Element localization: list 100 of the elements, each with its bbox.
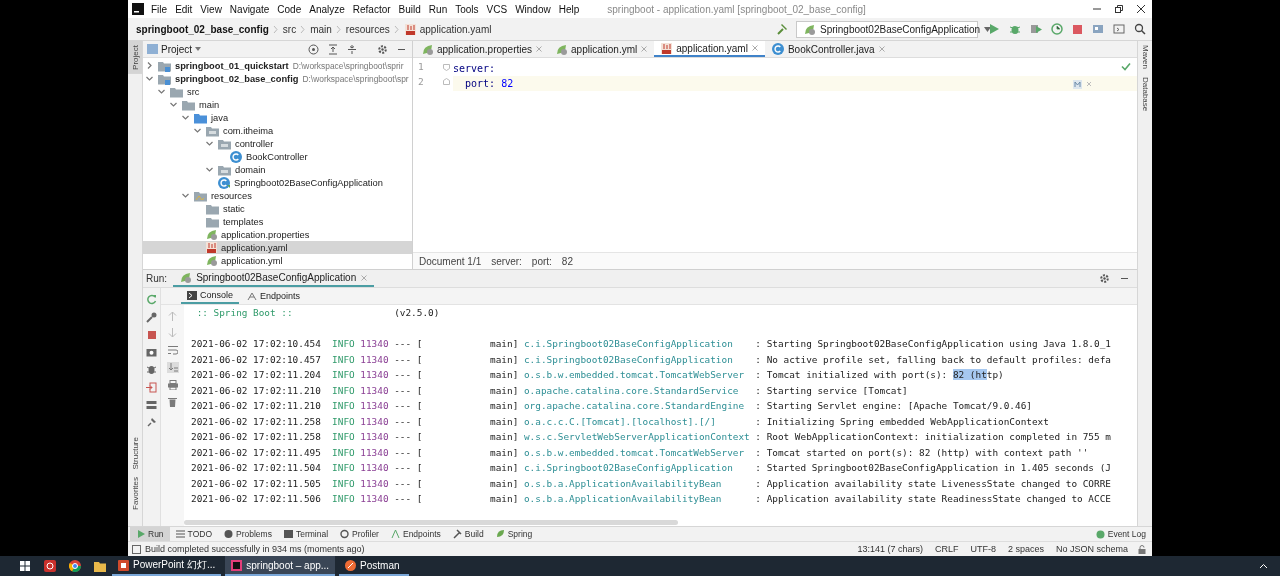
menu-item[interactable]: Build [394, 3, 425, 15]
tree-item[interactable]: src [143, 85, 412, 98]
bug-icon[interactable] [146, 364, 157, 375]
menu-item[interactable]: Window [511, 3, 555, 15]
tree-item[interactable]: resources [143, 189, 412, 202]
tree-item[interactable]: springboot_01_quickstart D:\workspace\springboot\sprir [143, 59, 412, 72]
tree-item[interactable]: springboot_02_base_config D:\workspace\springboot\spr [143, 72, 412, 85]
folder-icon[interactable] [93, 560, 106, 572]
breadcrumb[interactable]: src [282, 23, 297, 35]
tree-item[interactable]: Springboot02BaseConfigApplication [143, 176, 412, 189]
lock-icon[interactable] [1138, 544, 1146, 554]
tree-item[interactable]: templates [143, 215, 412, 228]
chevron-down-icon[interactable] [193, 126, 202, 135]
tree-item[interactable]: controller [143, 137, 412, 150]
breadcrumb[interactable]: server: [491, 255, 522, 267]
console-tab[interactable]: Console [181, 288, 240, 304]
status-field[interactable]: 2 spaces [1007, 544, 1044, 554]
breadcrumb[interactable]: Document 1/1 [419, 255, 482, 267]
tree-item[interactable]: BookController [143, 150, 412, 163]
soft-wrap-icon[interactable] [167, 345, 178, 355]
fold-marker-icon[interactable] [443, 64, 450, 71]
inspection-widget-icon[interactable] [1073, 80, 1093, 89]
status-field[interactable]: 13:141 (7 chars) [857, 544, 923, 554]
menu-item[interactable]: File [147, 3, 172, 15]
taskbar-button[interactable]: PowerPoint 幻灯... [112, 556, 222, 576]
editor-tab[interactable]: application.yaml [654, 41, 765, 57]
menu-item[interactable]: VCS [482, 3, 512, 15]
trash-icon[interactable] [168, 397, 177, 407]
app-icon[interactable] [43, 560, 56, 572]
taskbar-button[interactable]: Postman [339, 556, 410, 576]
stop-icon[interactable] [1072, 23, 1083, 35]
tree-item[interactable]: domain [143, 163, 412, 176]
profile-icon[interactable] [1051, 23, 1063, 35]
chevron-down-icon[interactable] [157, 87, 166, 96]
menu-item[interactable]: Tools [451, 3, 483, 15]
tree-item[interactable]: application.yaml [143, 241, 412, 254]
breadcrumb[interactable]: port: [531, 255, 552, 267]
search-icon[interactable] [1134, 23, 1146, 35]
tool-window-button[interactable]: TODO [169, 527, 218, 541]
hammer-icon[interactable] [776, 23, 788, 35]
chevron-up-icon[interactable] [1259, 562, 1268, 569]
taskbar-button[interactable]: springboot – app... [225, 556, 336, 576]
run-icon[interactable] [988, 23, 1000, 35]
chevron-down-icon[interactable] [205, 165, 214, 174]
tool-window-tab[interactable]: Maven [1138, 41, 1152, 73]
breadcrumb[interactable]: main [310, 23, 332, 35]
project-structure-icon[interactable] [1092, 23, 1104, 35]
tool-window-button[interactable]: Terminal [277, 527, 335, 541]
start-icon[interactable] [19, 561, 30, 571]
exit-icon[interactable] [146, 382, 157, 393]
tree-item[interactable]: com.itheima [143, 124, 412, 137]
tree-item[interactable]: java [143, 111, 412, 124]
tool-window-button[interactable]: Spring [489, 527, 539, 541]
tree-item[interactable]: application.properties [143, 228, 412, 241]
menu-item[interactable]: View [196, 3, 226, 15]
expand-all-icon[interactable] [328, 43, 338, 55]
fold-marker-icon[interactable] [443, 78, 450, 85]
chevron-down-icon[interactable] [181, 113, 190, 122]
print-icon[interactable] [167, 380, 178, 390]
tree-item[interactable]: static [143, 202, 412, 215]
chevron-down-icon[interactable] [145, 74, 154, 83]
menu-item[interactable]: Refactor [348, 3, 395, 15]
breadcrumb[interactable]: 82 [561, 255, 573, 267]
camera-icon[interactable] [146, 347, 157, 357]
tool-window-tab[interactable]: Project [128, 41, 142, 74]
tool-window-tab[interactable]: Database [1138, 73, 1152, 116]
tree-item[interactable]: application.yml [143, 254, 412, 267]
status-field[interactable]: UTF-8 [970, 544, 996, 554]
rerun-icon[interactable] [146, 294, 157, 305]
locate-icon[interactable] [308, 43, 319, 55]
tool-window-button[interactable]: Endpoints [384, 527, 447, 541]
collapse-all-icon[interactable] [347, 43, 357, 55]
status-field[interactable]: No JSON schema [1055, 544, 1128, 554]
editor-tab[interactable]: application.yml [549, 41, 655, 57]
chevron-down-icon[interactable] [169, 100, 178, 109]
coverage-icon[interactable] [1030, 23, 1042, 35]
scroll-to-end-icon[interactable] [166, 362, 179, 373]
wrench-icon[interactable] [146, 312, 157, 323]
breadcrumb[interactable]: springboot_02_base_config [136, 23, 269, 35]
window-icon[interactable] [1113, 23, 1125, 35]
chevron-down-icon[interactable] [181, 191, 190, 200]
menu-item[interactable]: Analyze [305, 3, 349, 15]
tool-window-tab[interactable]: Structure [128, 432, 142, 474]
stop-icon[interactable] [146, 330, 157, 340]
settings-icon[interactable] [377, 43, 388, 55]
breadcrumb[interactable]: resources [345, 23, 390, 35]
settings-icon[interactable] [1099, 273, 1110, 284]
console-tab[interactable]: Endpoints [241, 288, 307, 304]
browser-icon[interactable] [68, 560, 81, 572]
tool-window-button[interactable]: Run [130, 527, 170, 541]
menu-item[interactable]: Run [424, 3, 452, 15]
tree-item[interactable]: main [143, 98, 412, 111]
breadcrumb[interactable]: application.yaml [403, 22, 492, 36]
editor-tab[interactable]: BookController.java [764, 41, 892, 57]
menu-item[interactable]: Code [273, 3, 306, 15]
event-log-button[interactable]: Event Log [1089, 527, 1152, 541]
pin-icon[interactable] [146, 417, 157, 428]
debug-icon[interactable] [1009, 23, 1021, 35]
chevron-right-icon[interactable] [145, 61, 154, 70]
tool-window-button[interactable]: Build [446, 527, 490, 541]
